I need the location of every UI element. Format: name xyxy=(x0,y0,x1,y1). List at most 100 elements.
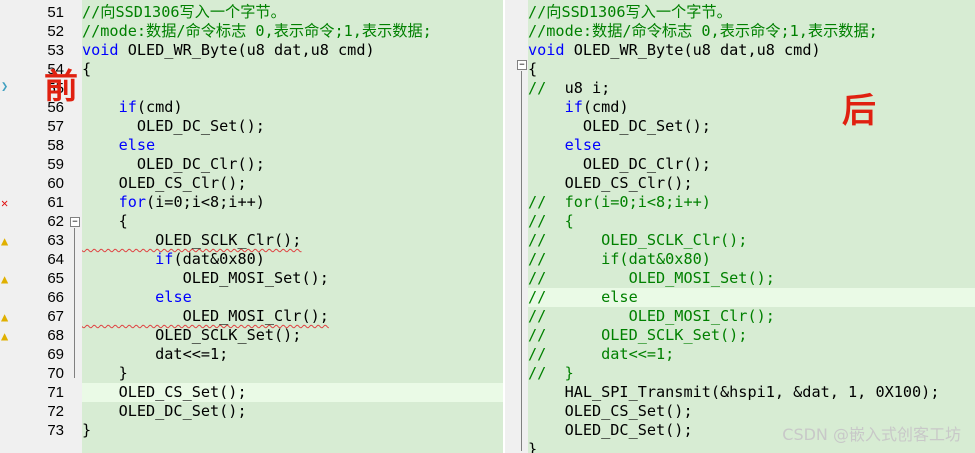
code-token: { xyxy=(82,212,128,230)
left-marker-gutter: ❯ ✕ ▲ ▲ ▲ ▲ xyxy=(0,0,18,453)
code-line[interactable]: OLED_SCLK_Clr(); xyxy=(82,231,503,250)
code-line[interactable]: // } xyxy=(528,364,975,383)
right-code-area[interactable]: //向SSD1306写入一个字节。//mode:数据/命令标志 0,表示命令;1… xyxy=(528,0,975,453)
code-line[interactable]: // { xyxy=(528,212,975,231)
code-token: // { xyxy=(528,212,574,230)
code-line[interactable]: // else xyxy=(528,288,975,307)
code-line[interactable]: OLED_CS_Clr(); xyxy=(82,174,503,193)
code-line[interactable]: //mode:数据/命令标志 0,表示命令;1,表示数据; xyxy=(82,22,503,41)
code-line[interactable]: // OLED_MOSI_Clr(); xyxy=(528,307,975,326)
code-token: } xyxy=(528,440,538,453)
code-token: // if(dat&0x80) xyxy=(528,250,711,268)
pane-divider[interactable] xyxy=(505,0,516,453)
code-token: (i=0;i<8;i++) xyxy=(146,193,265,211)
code-line[interactable] xyxy=(82,79,503,98)
code-token: } xyxy=(82,421,92,439)
code-line[interactable]: //向SSD1306写入一个字节。 xyxy=(82,3,503,22)
code-line[interactable]: //向SSD1306写入一个字节。 xyxy=(528,3,975,22)
code-line[interactable]: HAL_SPI_Transmit(&hspi1, &dat, 1, 0X100)… xyxy=(528,383,975,402)
code-line[interactable]: // u8 i; xyxy=(528,79,975,98)
code-token: // dat<<=1; xyxy=(528,345,675,363)
line-number: 70 xyxy=(47,365,64,382)
code-token: u8 i; xyxy=(546,79,611,97)
watermark: CSDN @嵌入式创客工坊 xyxy=(782,425,961,444)
code-line[interactable]: OLED_SCLK_Set(); xyxy=(82,326,503,345)
code-line[interactable]: void OLED_WR_Byte(u8 dat,u8 cmd) xyxy=(82,41,503,60)
warning-icon: ▲ xyxy=(1,272,9,286)
fold-toggle-icon[interactable]: − xyxy=(70,217,80,227)
warning-icon: ▲ xyxy=(1,234,9,248)
code-line[interactable]: { xyxy=(82,60,503,79)
code-token: OLED_WR_Byte(u8 dat,u8 cmd) xyxy=(564,41,821,59)
code-line[interactable]: if(dat&0x80) xyxy=(82,250,503,269)
code-line[interactable]: OLED_CS_Set(); xyxy=(82,383,503,402)
code-line[interactable]: OLED_DC_Clr(); xyxy=(528,155,975,174)
code-line[interactable]: OLED_DC_Set(); xyxy=(82,117,503,136)
code-token: void xyxy=(528,41,565,59)
code-token: if xyxy=(155,250,174,268)
code-line[interactable]: // for(i=0;i<8;i++) xyxy=(528,193,975,212)
code-line[interactable]: OLED_DC_Clr(); xyxy=(82,155,503,174)
code-token: // xyxy=(528,79,547,97)
line-number: 64 xyxy=(47,251,64,268)
code-line[interactable]: OLED_CS_Set(); xyxy=(528,402,975,421)
line-number: 72 xyxy=(47,403,64,420)
code-line[interactable]: } xyxy=(82,364,503,383)
code-token: OLED_DC_Set(); xyxy=(82,402,247,420)
code-line[interactable]: else xyxy=(82,136,503,155)
code-line[interactable]: if(cmd) xyxy=(528,98,975,117)
line-number: 68 xyxy=(47,327,64,344)
code-token: // for(i=0;i<8;i++) xyxy=(528,193,711,211)
fold-toggle-icon[interactable]: − xyxy=(517,60,527,70)
code-line[interactable]: // if(dat&0x80) xyxy=(528,250,975,269)
code-line[interactable]: else xyxy=(528,136,975,155)
code-line[interactable]: // OLED_MOSI_Set(); xyxy=(528,269,975,288)
warning-icon: ▲ xyxy=(1,310,9,324)
code-line[interactable]: OLED_MOSI_Set(); xyxy=(82,269,503,288)
code-line[interactable]: //mode:数据/命令标志 0,表示命令;1,表示数据; xyxy=(528,22,975,41)
line-number: 62 xyxy=(47,213,64,230)
code-token: for xyxy=(118,193,147,211)
line-number: 53 xyxy=(47,42,64,59)
code-token: //mode:数据/命令标志 0,表示命令;1,表示数据; xyxy=(528,22,878,40)
code-token: OLED_MOSI_Set(); xyxy=(82,269,329,287)
code-line[interactable]: OLED_DC_Set(); xyxy=(528,117,975,136)
code-line[interactable]: } xyxy=(82,421,503,440)
code-line[interactable]: dat<<=1; xyxy=(82,345,503,364)
code-line[interactable]: if(cmd) xyxy=(82,98,503,117)
code-line[interactable]: // dat<<=1; xyxy=(528,345,975,364)
code-line[interactable]: OLED_MOSI_Clr(); xyxy=(82,307,503,326)
line-number: 73 xyxy=(47,422,64,439)
before-label: 前 xyxy=(44,67,78,107)
code-token: (dat&0x80) xyxy=(173,250,265,268)
code-line[interactable]: // OLED_SCLK_Clr(); xyxy=(528,231,975,250)
code-token: OLED_DC_Set(); xyxy=(82,117,265,135)
line-number: 66 xyxy=(47,289,64,306)
code-line[interactable]: void OLED_WR_Byte(u8 dat,u8 cmd) xyxy=(528,41,975,60)
left-editor-pane: ❯ ✕ ▲ ▲ ▲ ▲ 51 52 53 54 55 56 57 58 59 60 61 62 63 64… xyxy=(0,0,505,453)
warning-icon: ▲ xyxy=(1,329,9,343)
code-token: else xyxy=(564,136,602,154)
code-line[interactable]: OLED_DC_Set(); xyxy=(82,402,503,421)
code-token: else xyxy=(155,288,192,306)
code-line[interactable]: for(i=0;i<8;i++) xyxy=(82,193,503,212)
code-token: OLED_MOSI_Clr(); xyxy=(82,307,329,325)
left-code-area[interactable]: //向SSD1306写入一个字节。//mode:数据/命令标志 0,表示命令;1… xyxy=(82,0,503,453)
line-number: 69 xyxy=(47,346,64,363)
code-line[interactable]: OLED_CS_Clr(); xyxy=(528,174,975,193)
code-line[interactable]: { xyxy=(82,212,503,231)
right-fold-column: − xyxy=(516,0,528,453)
code-token: //向SSD1306写入一个字节。 xyxy=(82,3,286,21)
line-number: 60 xyxy=(47,175,64,192)
code-line[interactable]: { xyxy=(528,60,975,79)
code-token: // OLED_MOSI_Set(); xyxy=(528,269,775,287)
code-token: OLED_DC_Clr(); xyxy=(528,155,711,173)
code-line[interactable]: // OLED_SCLK_Set(); xyxy=(528,326,975,345)
code-token: (cmd) xyxy=(582,98,629,116)
code-line[interactable]: else xyxy=(82,288,503,307)
